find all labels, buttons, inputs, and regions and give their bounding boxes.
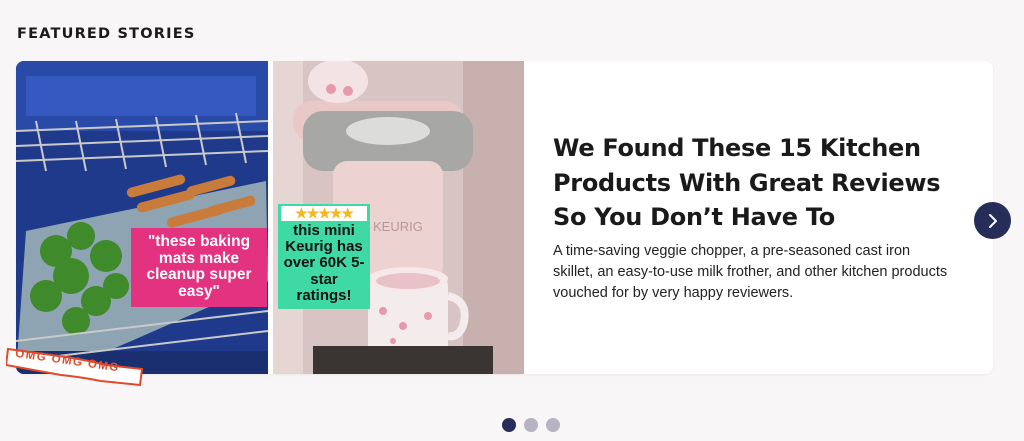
featured-story-card[interactable]: KEURIG "these baking mats make cleanup s… <box>6 61 993 387</box>
omg-sticker: OMG OMG OMG <box>6 347 144 387</box>
keurig-logo: KEURIG <box>373 219 423 234</box>
section-title: FEATURED STORIES <box>17 26 196 42</box>
star-rating-icon: ★★★★★ <box>281 205 367 222</box>
carousel-dot-3[interactable] <box>546 418 560 432</box>
story-description: A time-saving veggie chopper, a pre-seas… <box>553 243 948 301</box>
story-image[interactable]: KEURIG "these baking mats make cleanup s… <box>16 61 524 374</box>
carousel-next-button[interactable] <box>974 202 1011 239</box>
keurig-caption-text: this mini Keurig has over 60K 5-star rat… <box>283 222 365 304</box>
chevron-right-icon <box>988 213 997 228</box>
oven-photo <box>16 61 268 374</box>
story-headline[interactable]: We Found These 15 Kitchen Products With … <box>553 131 963 235</box>
keurig-caption: ★★★★★ this mini Keurig has over 60K 5-st… <box>278 204 370 310</box>
carousel-pagination <box>502 418 560 432</box>
baking-mat-caption: "these baking mats make cleanup super ea… <box>131 228 267 307</box>
carousel-dot-2[interactable] <box>524 418 538 432</box>
carousel-dot-1[interactable] <box>502 418 516 432</box>
